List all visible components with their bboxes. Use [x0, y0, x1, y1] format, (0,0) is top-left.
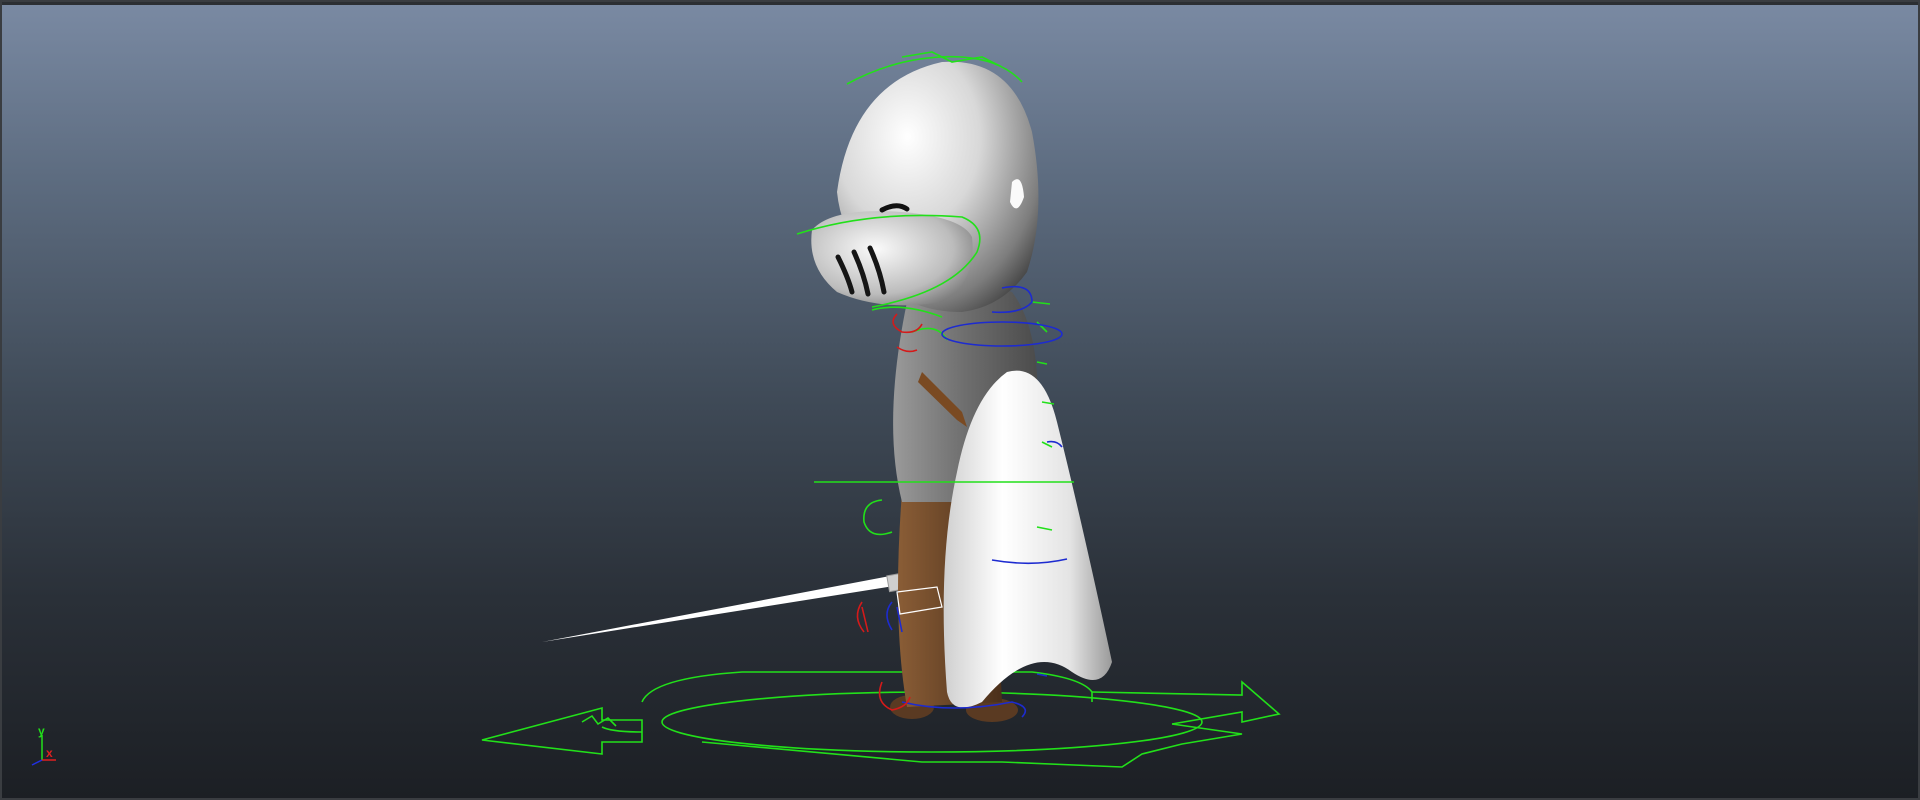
- maya-viewport[interactable]: y x: [0, 0, 1920, 800]
- axis-gizmo: y x: [10, 720, 70, 770]
- scene-canvas[interactable]: [2, 2, 1920, 800]
- sword-icon[interactable]: [542, 571, 910, 642]
- axis-y-label: y: [38, 724, 45, 738]
- axis-x-label: x: [46, 746, 53, 760]
- helmet: [811, 61, 1039, 312]
